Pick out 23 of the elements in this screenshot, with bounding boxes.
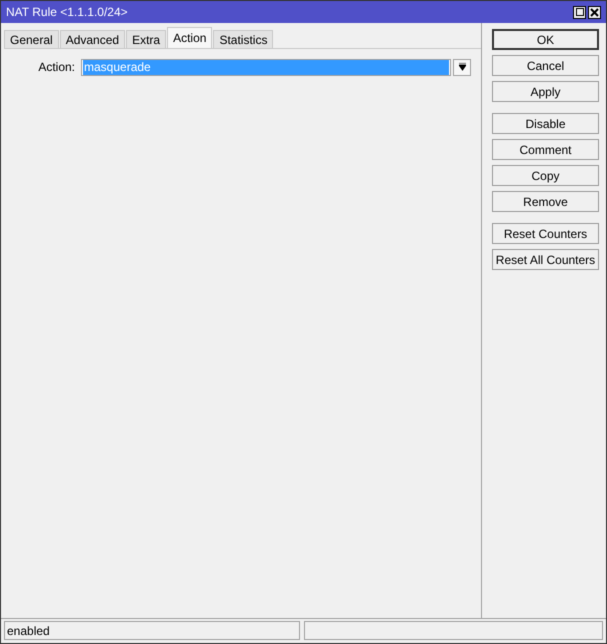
dropdown-arrow-icon	[458, 63, 466, 71]
dialog-button[interactable]: Disable	[492, 113, 599, 134]
tab[interactable]: General	[4, 30, 59, 49]
close-icon	[590, 8, 599, 16]
window-title: NAT Rule <1.1.1.0/24>	[6, 4, 128, 21]
dropdown-button[interactable]	[453, 58, 471, 76]
dialog-button[interactable]: Cancel	[492, 55, 599, 76]
dialog-button[interactable]: Copy	[492, 165, 599, 186]
dialog-button[interactable]: Comment	[492, 139, 599, 160]
dialog-button[interactable]: Reset Counters	[492, 223, 599, 244]
dialog-button[interactable]: Remove	[492, 191, 599, 212]
field-label: Action:	[37, 59, 76, 76]
dialog-button[interactable]: Apply	[492, 81, 599, 102]
tab[interactable]: Extra	[126, 30, 166, 49]
tab[interactable]: Advanced	[60, 30, 126, 49]
status-text: enabled	[7, 622, 50, 640]
maximize-button[interactable]	[573, 6, 586, 18]
close-button[interactable]	[588, 6, 601, 18]
square-icon	[576, 8, 584, 16]
dialog-button[interactable]: OK	[492, 29, 599, 50]
tab[interactable]: Action	[167, 27, 212, 48]
tab[interactable]: Statistics	[213, 30, 274, 49]
dialog-button[interactable]: Reset All Counters	[492, 249, 599, 270]
